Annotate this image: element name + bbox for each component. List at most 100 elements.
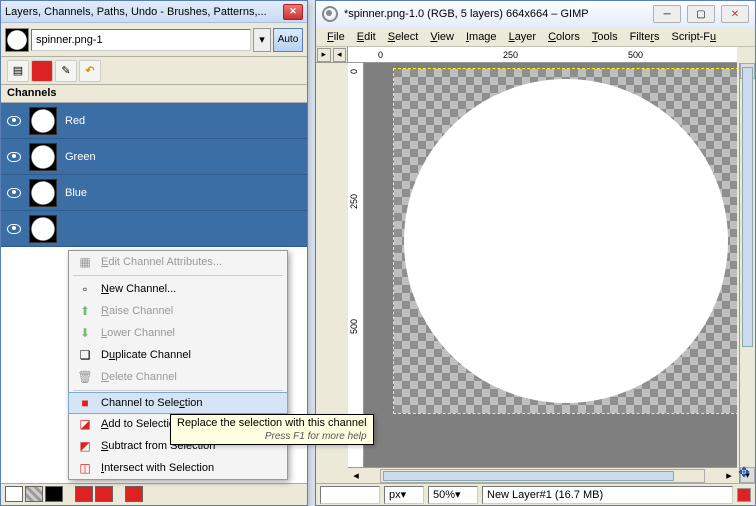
channel-row-alpha[interactable]: [1, 211, 307, 247]
undo-tab-icon[interactable]: ↶: [79, 60, 101, 82]
eye-icon[interactable]: [7, 116, 21, 126]
navigation-icon[interactable]: ✥: [735, 463, 753, 481]
image-selector-row: spinner.png-1 ▾ Auto: [1, 23, 307, 57]
paths-tab-icon[interactable]: ✎: [55, 60, 77, 82]
swatch-icon[interactable]: [5, 486, 23, 502]
menu-label: Channel to Selection: [101, 397, 203, 409]
menu-view[interactable]: View: [425, 29, 459, 45]
image-selector-dropdown[interactable]: ▾: [253, 28, 271, 52]
menu-file[interactable]: File: [322, 29, 350, 45]
channels-tab-icon[interactable]: [31, 60, 53, 82]
menu-channel-to-selection[interactable]: ■ Channel to Selection: [68, 392, 288, 414]
menu-duplicate-channel[interactable]: ❏ Duplicate Channel: [69, 344, 287, 366]
down-arrow-icon: ⬇: [77, 325, 93, 341]
menu-intersect-with-selection[interactable]: ◫ Intersect with Selection: [69, 457, 287, 479]
channels-header: Channels: [1, 85, 307, 103]
canvas-viewport[interactable]: [364, 63, 737, 483]
image-titlebar[interactable]: *spinner.png-1.0 (RGB, 5 layers) 664x664…: [316, 1, 755, 27]
ruler-tick: 0: [349, 69, 359, 74]
scrollbar-h-track[interactable]: [380, 469, 705, 483]
ruler-tick: 500: [628, 50, 643, 60]
menu-delete-channel[interactable]: 🗑 Delete Channel: [69, 366, 287, 388]
ruler-horizontal[interactable]: 0 250 500: [348, 47, 737, 63]
menu-edit[interactable]: Edit: [352, 29, 381, 45]
image-selector-text: spinner.png-1: [36, 34, 103, 46]
dock-titlebar[interactable]: Layers, Channels, Paths, Undo - Brushes,…: [1, 1, 307, 23]
ruler-origin[interactable]: ▸◂: [316, 47, 348, 63]
ruler-tick: 250: [503, 50, 518, 60]
swatch-icon[interactable]: [25, 486, 43, 502]
ruler-tick: 500: [349, 319, 359, 334]
subtract-selection-icon: ◩: [77, 438, 93, 454]
menu-image[interactable]: Image: [461, 29, 502, 45]
menu-filters[interactable]: Filters: [625, 29, 665, 45]
menu-separator: [73, 390, 283, 391]
auto-button[interactable]: Auto: [273, 28, 303, 52]
status-coordinates: [320, 486, 380, 504]
new-icon: ▫: [77, 281, 93, 297]
minimize-button[interactable]: ─: [653, 5, 681, 23]
channel-thumbnail: [29, 215, 57, 243]
swatch-icon[interactable]: [45, 486, 63, 502]
menu-label: Duplicate Channel: [101, 349, 191, 361]
status-layer-info: New Layer#1 (16.7 MB): [482, 486, 733, 504]
intersect-selection-icon: ◫: [77, 460, 93, 476]
tooltip-hint: Press F1 for more help: [177, 431, 367, 442]
image-selector-field[interactable]: spinner.png-1: [31, 29, 251, 51]
eye-icon[interactable]: [7, 188, 21, 198]
scrollbar-vertical[interactable]: ▴ ▾: [739, 63, 755, 483]
menu-new-channel[interactable]: ▫ New Channel...: [69, 278, 287, 300]
menu-scriptfu[interactable]: Script-Fu: [667, 29, 722, 45]
dock-bottom-toolbar: [1, 483, 307, 505]
gimp-wilber-icon: [322, 6, 338, 22]
menu-label: Lower Channel: [101, 327, 175, 339]
scrollbar-horizontal[interactable]: ◂ ▸: [348, 467, 737, 483]
swatch-icon[interactable]: [75, 486, 93, 502]
tooltip: Replace the selection with this channel …: [170, 414, 374, 445]
close-icon[interactable]: ✕: [283, 4, 303, 20]
layers-tab-icon[interactable]: ▤: [7, 60, 29, 82]
menu-raise-channel[interactable]: ⬆ Raise Channel: [69, 300, 287, 322]
eye-icon[interactable]: [7, 152, 21, 162]
cancel-icon[interactable]: [737, 488, 751, 502]
menu-label: Intersect with Selection: [101, 462, 214, 474]
channel-thumbnail: [29, 107, 57, 135]
eye-icon[interactable]: [7, 224, 21, 234]
swatch-icon[interactable]: [125, 486, 143, 502]
canvas[interactable]: [394, 69, 737, 413]
channel-row-blue[interactable]: Blue: [1, 175, 307, 211]
menu-select[interactable]: Select: [383, 29, 424, 45]
zoom-selector[interactable]: 50% ▾: [428, 486, 478, 504]
image-title: *spinner.png-1.0 (RGB, 5 layers) 664x664…: [344, 8, 647, 20]
channel-row-green[interactable]: Green: [1, 139, 307, 175]
channel-name: Green: [65, 151, 96, 163]
menu-layer[interactable]: Layer: [504, 29, 542, 45]
image-statusbar: px ▾ 50% ▾ New Layer#1 (16.7 MB): [316, 483, 755, 505]
channel-name: Red: [65, 115, 85, 127]
menu-lower-channel[interactable]: ⬇ Lower Channel: [69, 322, 287, 344]
menu-label: Edit Channel Attributes...: [101, 256, 222, 268]
menu-colors[interactable]: Colors: [543, 29, 585, 45]
add-selection-icon: ◪: [77, 416, 93, 432]
channel-row-red[interactable]: Red: [1, 103, 307, 139]
circle-shape: [404, 79, 728, 403]
scrollbar-thumb[interactable]: [383, 471, 674, 481]
scroll-left-icon[interactable]: ◂: [348, 469, 364, 482]
channel-thumbnail: [29, 143, 57, 171]
scrollbar-thumb[interactable]: [742, 67, 753, 347]
tooltip-text: Replace the selection with this channel: [177, 417, 367, 429]
image-menubar: File Edit Select View Image Layer Colors…: [316, 27, 755, 47]
image-window: *spinner.png-1.0 (RGB, 5 layers) 664x664…: [315, 0, 756, 506]
units-selector[interactable]: px ▾: [384, 486, 424, 504]
image-thumbnail-icon[interactable]: [5, 28, 29, 52]
duplicate-icon: ❏: [77, 347, 93, 363]
menu-edit-channel-attributes[interactable]: ▦ Edit Channel Attributes...: [69, 251, 287, 273]
up-arrow-icon: ⬆: [77, 303, 93, 319]
menu-label: Delete Channel: [101, 371, 177, 383]
close-button[interactable]: ✕: [721, 5, 749, 23]
swatch-icon[interactable]: [95, 486, 113, 502]
channel-context-menu: ▦ Edit Channel Attributes... ▫ New Chann…: [68, 250, 288, 480]
dock-title: Layers, Channels, Paths, Undo - Brushes,…: [5, 6, 283, 18]
menu-tools[interactable]: Tools: [587, 29, 623, 45]
maximize-button[interactable]: ▢: [687, 5, 715, 23]
